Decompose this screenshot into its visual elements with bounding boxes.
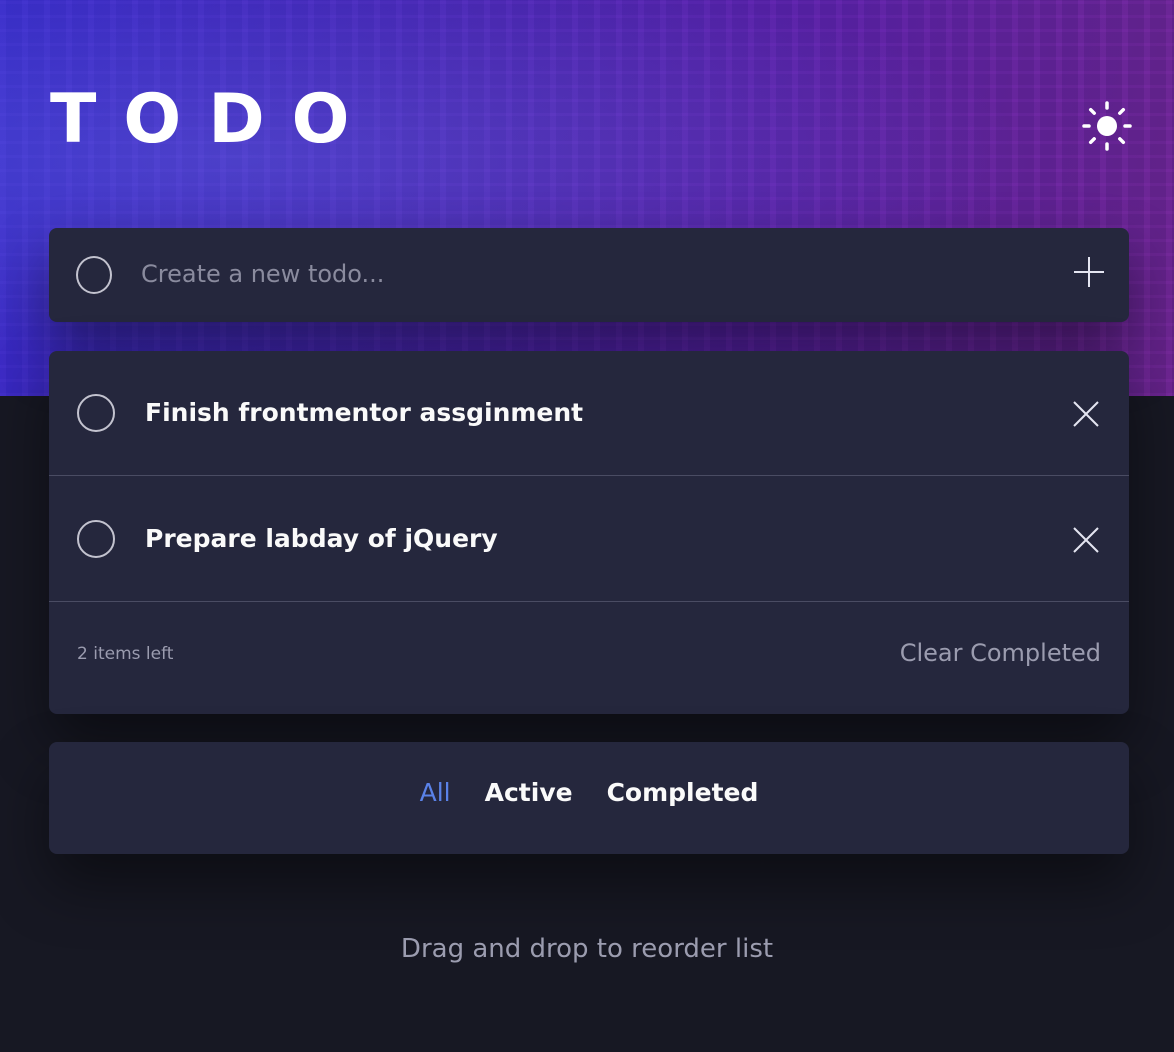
filter-bar: All Active Completed — [49, 742, 1129, 854]
clear-completed-button[interactable]: Clear Completed — [900, 639, 1101, 667]
sun-icon — [1082, 101, 1132, 151]
todo-item[interactable]: Finish frontmentor assginment — [49, 351, 1129, 476]
delete-todo-button[interactable] — [1071, 525, 1101, 555]
add-todo-button[interactable] — [1071, 254, 1107, 290]
new-todo-checkbox[interactable] — [76, 256, 112, 294]
filter-tabs: All Active Completed — [49, 778, 1129, 807]
filter-active[interactable]: Active — [485, 778, 573, 807]
new-todo-input[interactable] — [141, 250, 1041, 298]
todo-label: Finish frontmentor assginment — [145, 398, 584, 427]
close-icon — [1073, 401, 1099, 427]
header-background-image — [0, 0, 1174, 396]
todo-checkbox[interactable] — [77, 394, 115, 432]
todo-item[interactable]: Prepare labday of jQuery — [49, 477, 1129, 602]
reorder-hint: Drag and drop to reorder list — [400, 934, 774, 964]
todo-app: TODO Create a new todo... Finish frontme… — [0, 0, 1174, 1052]
items-left-count: 2 items left — [77, 644, 174, 664]
todo-label: Prepare labday of jQuery — [145, 524, 498, 553]
plus-icon — [1074, 257, 1104, 287]
filter-completed[interactable]: Completed — [607, 778, 759, 807]
new-todo-card — [49, 228, 1129, 322]
filter-all[interactable]: All — [420, 778, 451, 807]
delete-todo-button[interactable] — [1071, 399, 1101, 429]
app-title: TODO — [50, 80, 377, 159]
todo-list: Finish frontmentor assginment Prepare la… — [49, 351, 1129, 714]
todo-checkbox[interactable] — [77, 520, 115, 558]
theme-toggle-button[interactable] — [1082, 101, 1132, 151]
close-icon — [1073, 527, 1099, 553]
